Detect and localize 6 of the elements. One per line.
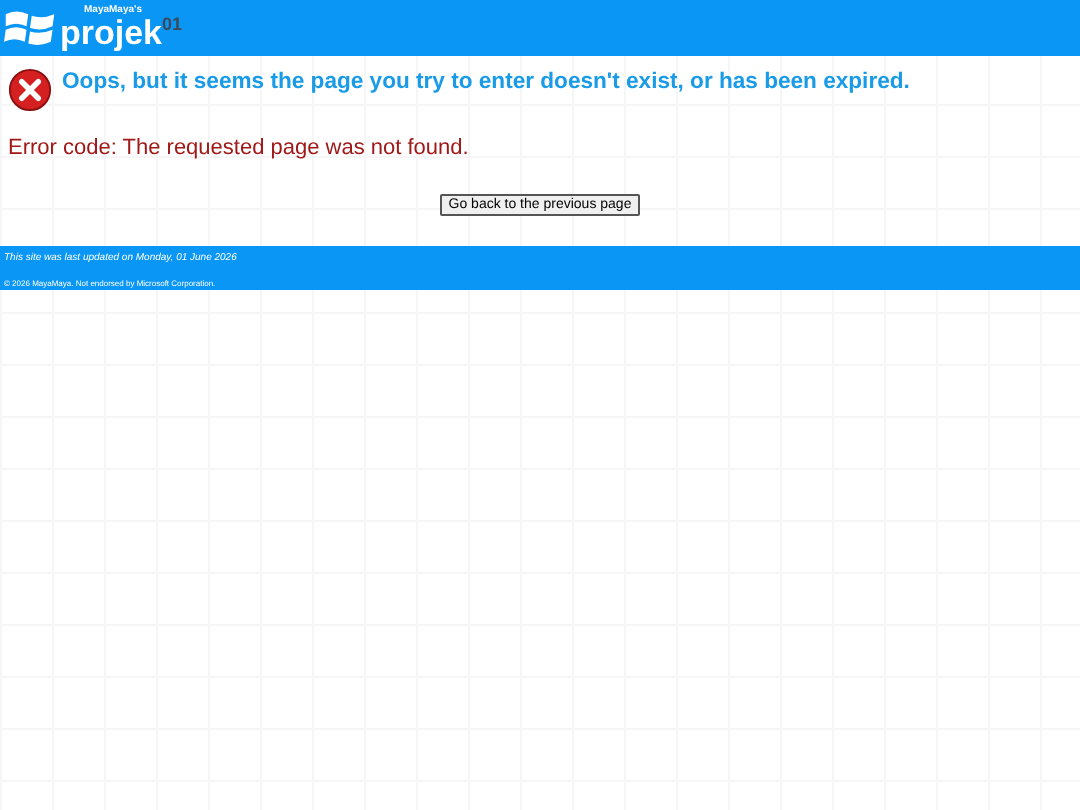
error-heading: Oops, but it seems the page you try to enter doesn't exist, or has been expired. <box>62 70 910 94</box>
windows-flag-icon <box>4 6 56 50</box>
error-code: Error code: The requested page was not found. <box>8 136 471 160</box>
logo-number: 01 <box>162 16 183 34</box>
error-icon <box>8 68 52 112</box>
logo-name: projek <box>60 16 163 50</box>
